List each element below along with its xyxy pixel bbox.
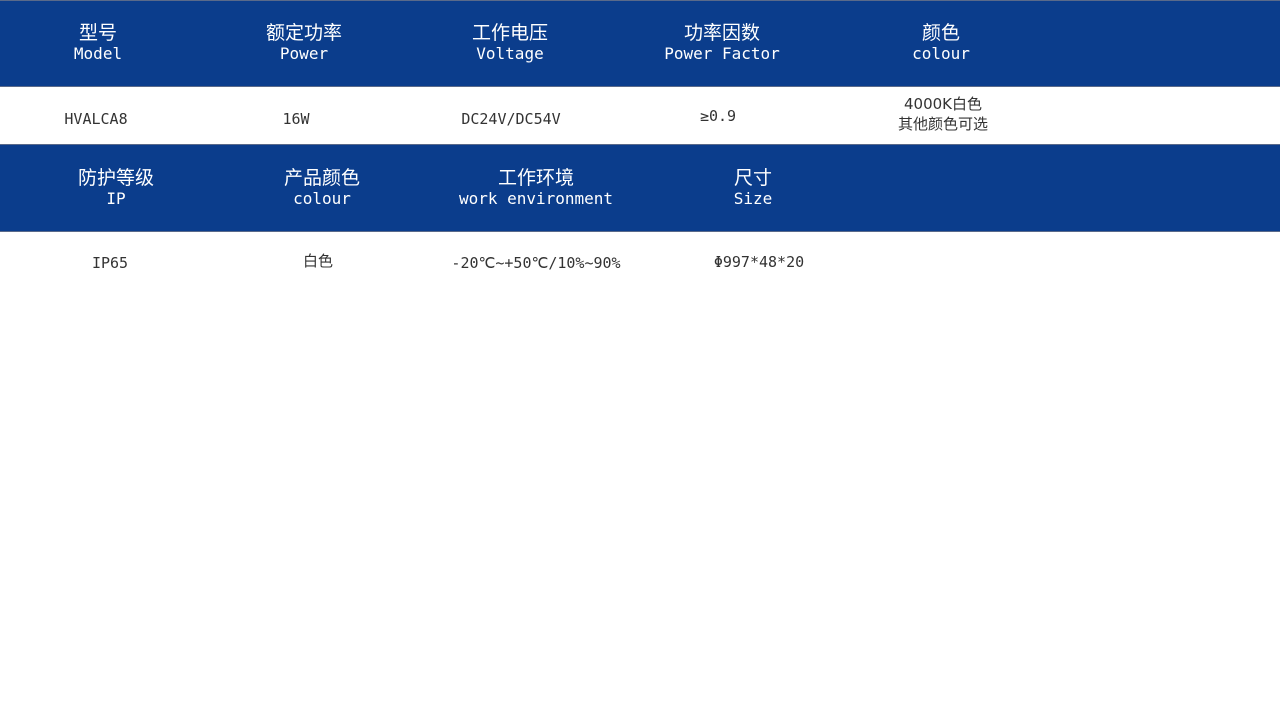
value-power-factor: ≥0.9 [699,107,737,125]
header-power-factor: 功率因数 Power Factor [664,22,780,64]
value-ip: IP65 [91,254,129,272]
header-model-en: Model [73,44,123,63]
header-work-environment-zh: 工作环境 [497,167,574,189]
header-model: 型号 Model [74,22,122,64]
header-work-environment-en: work environment [458,189,614,208]
header-power: 额定功率 Power [266,22,342,64]
value-work-environment: -20℃~+50℃/10%~90% [451,254,621,272]
header-size-en: Size [733,189,773,208]
header-product-colour: 产品颜色 colour [284,167,360,209]
header-size: 尺寸 Size [734,167,773,209]
header-power-factor-en: Power Factor [664,44,780,63]
header-power-zh: 额定功率 [265,22,343,44]
value-product-colour: 白色 [302,252,334,270]
header-ip-zh: 防护等级 [77,167,155,189]
header-voltage-zh: 工作电压 [471,22,549,44]
value-colour-line-2: 其他颜色可选 [897,115,989,133]
header-product-colour-zh: 产品颜色 [283,167,361,189]
header-product-colour-en: colour [293,189,351,208]
spec-header-row-2: 防护等级 IP 产品颜色 colour 工作环境 work environmen… [0,144,1280,232]
header-voltage-en: Voltage [476,44,544,63]
header-model-zh: 型号 [78,22,118,44]
header-ip-en: IP [106,189,126,208]
header-power-en: Power [279,44,329,63]
header-voltage: 工作电压 Voltage [472,22,548,64]
spec-header-row-1: 型号 Model 额定功率 Power 工作电压 Voltage 功率因数 Po… [0,0,1280,87]
value-colour-line-1: 4000K白色 [903,95,983,113]
header-colour: 颜色 colour [912,22,970,64]
header-colour-en: colour [912,44,970,63]
header-power-factor-zh: 功率因数 [683,22,760,44]
header-work-environment: 工作环境 work environment [459,167,613,209]
header-ip: 防护等级 IP [78,167,154,209]
value-voltage: DC24V/DC54V [461,110,561,128]
value-power: 16W [282,110,310,128]
header-size-zh: 尺寸 [733,167,772,189]
value-size: Φ997*48*20 [713,253,805,271]
value-colour: 4000K白色 其他颜色可选 [898,94,988,134]
header-colour-zh: 颜色 [921,22,961,44]
value-model: HVALCA8 [64,110,128,128]
